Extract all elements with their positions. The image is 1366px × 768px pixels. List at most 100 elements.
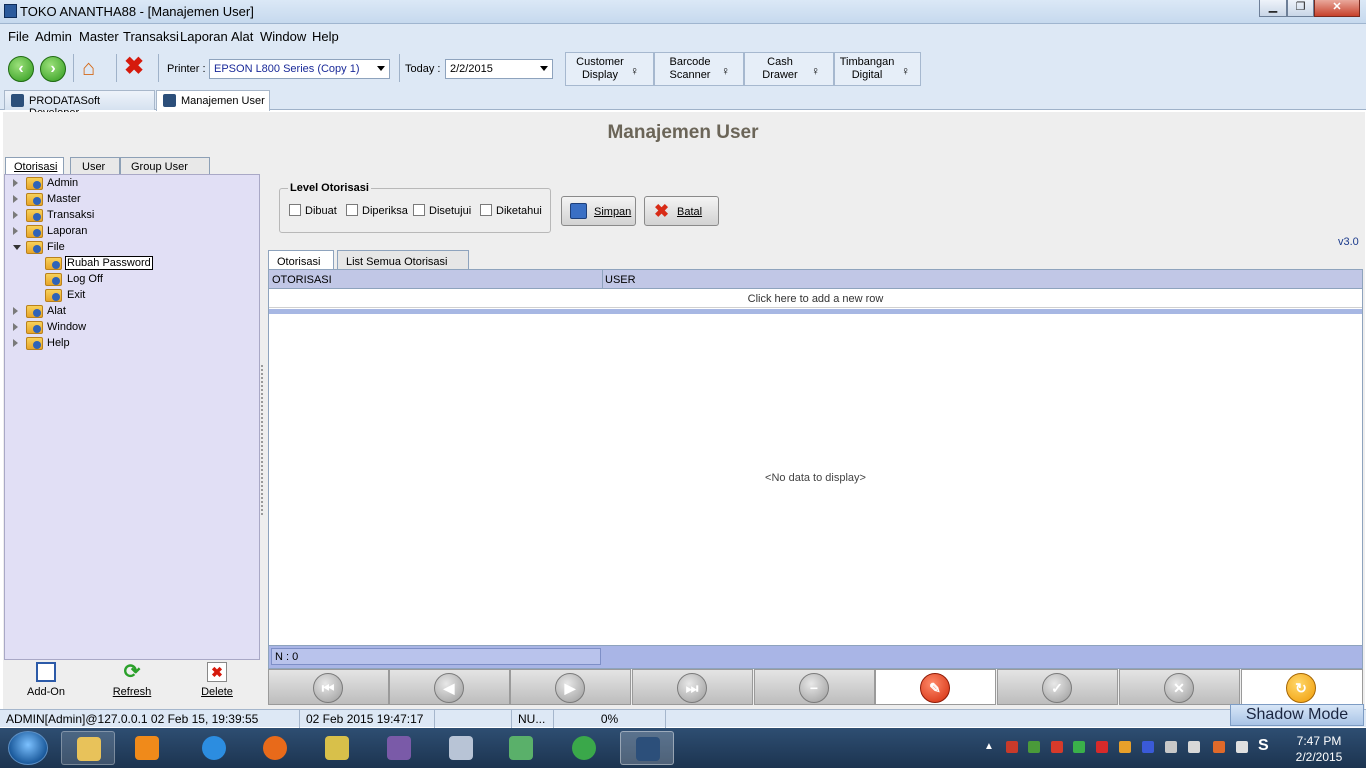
dibuat-checkbox[interactable] [289,204,301,216]
tree-item-exit[interactable]: Exit [45,289,155,303]
tray-icon[interactable] [1028,741,1040,753]
taskbar-globe[interactable] [557,731,611,765]
network-icon[interactable] [1213,741,1225,753]
tray-icon[interactable] [1165,741,1177,753]
disetujui-checkbox[interactable] [413,204,425,216]
printer-select[interactable]: EPSON L800 Series (Copy 1) [209,59,390,79]
shadow-mode-label[interactable]: Shadow Mode [1230,704,1364,726]
menu-admin[interactable]: Admin [35,29,72,44]
folder-icon [26,177,43,190]
timbangan-digital-button[interactable]: Timbangan Digital ♀ [834,52,921,86]
taskbar-notepad[interactable] [310,731,364,765]
device-label-line2: Digital [851,69,883,81]
tab-otorisasi[interactable]: Otorisasi [5,157,64,174]
tab-prodatasoft-developer[interactable]: PRODATASoft Developer [4,90,155,119]
start-button[interactable] [8,731,48,765]
tree-item-help[interactable]: Help [13,337,133,351]
expand-icon[interactable] [13,179,18,187]
home-icon[interactable]: ⌂ [82,55,108,81]
expand-icon[interactable] [13,339,18,347]
nav-cancel-button[interactable]: ✕ [1119,669,1240,705]
today-date-picker[interactable]: 2/2/2015 [445,59,553,79]
expand-icon[interactable] [13,307,18,315]
menu-laporan[interactable]: Laporan [180,29,228,44]
tree-item-laporan[interactable]: Laporan [13,225,133,239]
tab-list-semua-otorisasi[interactable]: List Semua Otorisasi [337,250,469,269]
tree-item-admin[interactable]: Admin [13,177,133,191]
tab-grid-otorisasi[interactable]: Otorisasi [268,250,334,269]
tree-item-label: Alat [47,305,66,317]
nav-delete-button[interactable]: − [754,669,875,705]
taskbar-toko-app[interactable] [620,731,674,765]
nav-refresh-button[interactable]: ↻ [1241,669,1363,705]
delete-button[interactable]: ✖ Delete [182,662,252,702]
menu-alat[interactable]: Alat [231,29,253,44]
nav-last-button[interactable]: ⏭ [632,669,753,705]
tray-icon[interactable] [1073,741,1085,753]
back-icon[interactable]: ‹ [8,56,34,82]
collapse-icon[interactable] [13,245,21,250]
add-new-row[interactable]: Click here to add a new row [269,290,1362,308]
menu-help[interactable]: Help [312,29,339,44]
close-button[interactable]: ✕ [1314,0,1360,17]
tree-item-file[interactable]: File [13,241,133,255]
nav-post-button[interactable]: ✓ [997,669,1118,705]
tab-manajemen-user[interactable]: Manajemen User [156,90,270,111]
taskbar-app-green[interactable] [494,731,548,765]
folder-icon [26,241,43,254]
simpan-button[interactable]: Simpan [561,196,636,226]
tray-icon[interactable] [1051,741,1063,753]
taskbar-media-player[interactable] [120,731,174,765]
expand-icon[interactable] [13,195,18,203]
tree-item-log-off[interactable]: Log Off [45,273,155,287]
maximize-button[interactable]: ❐ [1287,0,1314,17]
diketahui-checkbox[interactable] [480,204,492,216]
tray-icon[interactable] [1006,741,1018,753]
tree-item-alat[interactable]: Alat [13,305,133,319]
menu-file[interactable]: File [8,29,29,44]
forward-icon[interactable]: › [40,56,66,82]
bluetooth-icon[interactable] [1142,741,1154,753]
tray-icon[interactable] [1096,741,1108,753]
menu-master[interactable]: Master [79,29,119,44]
minimize-button[interactable]: ▁ [1259,0,1287,17]
tab-user[interactable]: User [70,157,120,174]
nav-edit-button[interactable]: ✎ [875,669,996,705]
expand-icon[interactable] [13,227,18,235]
menu-transaksi[interactable]: Transaksi [123,29,179,44]
diperiksa-checkbox[interactable] [346,204,358,216]
refresh-button[interactable]: ⟳ Refresh [97,662,167,702]
taskbar-firefox[interactable] [248,731,302,765]
tab-group-user[interactable]: Group User [120,157,210,174]
tray-icon[interactable] [1119,741,1131,753]
tree-item-rubah-password[interactable]: Rubah Password [45,256,155,271]
tray-expand-icon[interactable]: ▲ [984,741,994,752]
nav-next-button[interactable]: ▶ [510,669,631,705]
menu-window[interactable]: Window [260,29,306,44]
system-clock[interactable]: 7:47 PM 2/2/2015 [1284,733,1354,765]
close-x-icon[interactable]: ✖ [124,54,150,80]
customer-display-button[interactable]: Customer Display ♀ [565,52,654,86]
taskbar-explorer[interactable] [61,731,115,765]
cash-drawer-button[interactable]: Cash Drawer ♀ [744,52,834,86]
tree-item-label: Log Off [67,273,103,285]
batal-button[interactable]: ✖ Batal [644,196,719,226]
splitter-handle[interactable] [261,365,265,515]
barcode-scanner-button[interactable]: Barcode Scanner ♀ [654,52,744,86]
taskbar-app-window[interactable] [434,731,488,765]
add-on-button[interactable]: Add-On [11,662,81,702]
volume-icon[interactable] [1236,741,1248,753]
column-header-user[interactable]: USER [605,274,636,286]
tray-icon[interactable] [1188,741,1200,753]
nav-first-button[interactable]: ⏮ [268,669,389,705]
expand-icon[interactable] [13,323,18,331]
taskbar-app-purple[interactable] [372,731,426,765]
tree-item-master[interactable]: Master [13,193,133,207]
skype-icon[interactable]: S [1258,737,1269,755]
tree-item-window[interactable]: Window [13,321,133,335]
tree-item-transaksi[interactable]: Transaksi [13,209,133,223]
nav-prev-button[interactable]: ◀ [389,669,510,705]
taskbar-internet-explorer[interactable] [187,731,241,765]
expand-icon[interactable] [13,211,18,219]
column-header-otorisasi[interactable]: OTORISASI [272,274,332,286]
